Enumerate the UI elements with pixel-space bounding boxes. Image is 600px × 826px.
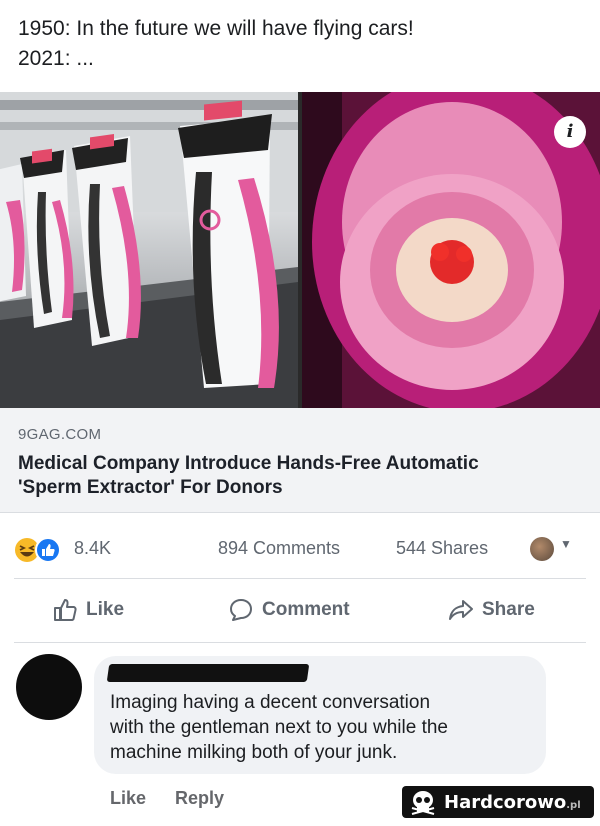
like-icon [35, 537, 61, 563]
viewer-avatar[interactable] [530, 537, 554, 561]
info-icon[interactable]: i [554, 116, 586, 148]
like-button[interactable]: Like [52, 597, 124, 623]
comment-actions: Like Reply [110, 788, 248, 809]
reaction-count[interactable]: 8.4K [74, 538, 111, 559]
comment-reply-link[interactable]: Reply [175, 788, 224, 808]
comment-button[interactable]: Comment [228, 597, 350, 623]
comment-like-link[interactable]: Like [110, 788, 146, 808]
watermark-text: Hardcorowo.pl [444, 791, 581, 813]
link-preview[interactable]: 9GAG.COM Medical Company Introduce Hands… [0, 408, 600, 513]
comment-text: Imaging having a decent conversation wit… [110, 690, 540, 765]
comment-text-line-2: with the gentleman next to you while the [110, 717, 448, 738]
shares-count[interactable]: 544 Shares [396, 538, 488, 559]
share-icon [449, 600, 473, 620]
engagement-stats: 8.4K 894 Comments 544 Shares ▼ [0, 520, 600, 578]
link-title[interactable]: Medical Company Introduce Hands-Free Aut… [18, 452, 588, 500]
divider [14, 642, 586, 643]
machine-photo[interactable] [0, 92, 298, 408]
share-button[interactable]: Share [448, 597, 535, 623]
post-text: 1950: In the future we will have flying … [18, 14, 588, 74]
comments-count[interactable]: 894 Comments [218, 538, 340, 559]
closeup-photo[interactable]: i [302, 92, 600, 408]
post-text-line-1: 1950: In the future we will have flying … [18, 17, 414, 40]
comment-button-label: Comment [262, 599, 350, 620]
reaction-icons[interactable] [14, 537, 64, 563]
post-text-line-2: 2021: ... [18, 47, 94, 70]
skull-icon [411, 791, 435, 815]
comment-text-line-1: Imaging having a decent conversation [110, 692, 431, 713]
chevron-down-icon[interactable]: ▼ [560, 537, 572, 551]
comment-text-line-3: machine milking both of your junk. [110, 742, 398, 763]
thumbs-up-icon [54, 599, 77, 621]
link-preview-media[interactable]: i [0, 92, 600, 408]
link-title-line-2: 'Sperm Extractor' For Donors [18, 477, 283, 498]
comment-bubble: Imaging having a decent conversation wit… [94, 656, 546, 774]
watermark: Hardcorowo.pl [402, 786, 594, 818]
commenter-avatar[interactable] [16, 654, 82, 720]
comment-icon [230, 599, 252, 621]
link-domain: 9GAG.COM [18, 426, 102, 443]
like-button-label: Like [86, 599, 125, 620]
commenter-name-redacted [106, 664, 310, 682]
link-title-line-1: Medical Company Introduce Hands-Free Aut… [18, 453, 479, 474]
post-actions: Like Comment Share [0, 583, 600, 641]
share-button-label: Share [482, 599, 535, 620]
divider [14, 578, 586, 579]
